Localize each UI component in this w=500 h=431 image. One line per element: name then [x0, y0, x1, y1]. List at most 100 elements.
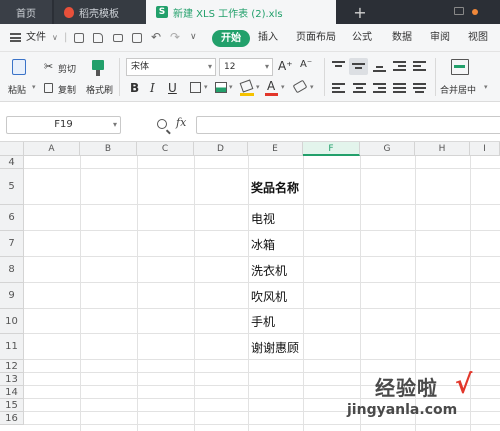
name-box[interactable]: F19 ▾: [6, 116, 121, 134]
redo-icon[interactable]: ↷: [170, 30, 180, 44]
menu-bar: 文件 ∨ | ↶ ↷ ∨ 开始 插入 页面布局 公式 数据 审阅 视图: [0, 24, 500, 52]
monitor-icon[interactable]: [454, 7, 464, 15]
save-icon[interactable]: [74, 33, 84, 43]
print-preview-icon[interactable]: [132, 33, 142, 43]
row-header-14[interactable]: 14: [0, 386, 24, 399]
row-header-7[interactable]: 7: [0, 231, 24, 257]
menu-review[interactable]: 审阅: [430, 24, 450, 52]
bold-button[interactable]: B: [130, 81, 139, 95]
merge-center-icon[interactable]: [451, 59, 469, 75]
underline-button[interactable]: U: [168, 81, 177, 95]
copy-icon[interactable]: [44, 83, 53, 93]
align-top-icon[interactable]: [332, 61, 345, 72]
shrink-font-button[interactable]: A⁻: [300, 59, 312, 70]
cell-style-icon[interactable]: [215, 82, 227, 93]
hamburger-menu-icon[interactable]: [10, 33, 21, 42]
cell-e11[interactable]: 谢谢惠顾: [251, 334, 299, 360]
font-name-select[interactable]: 宋体 ▾: [126, 58, 216, 76]
column-header-a[interactable]: A: [24, 142, 80, 156]
cell-style-dropdown-icon[interactable]: ▾: [229, 83, 233, 91]
row-header-13[interactable]: 13: [0, 373, 24, 386]
row-header-11[interactable]: 11: [0, 334, 24, 360]
cell-e9[interactable]: 吹风机: [251, 283, 287, 309]
grid-column-line: [194, 156, 195, 431]
indent-decrease-icon[interactable]: [393, 61, 406, 72]
align-center-icon[interactable]: [353, 83, 366, 94]
column-header-h[interactable]: H: [415, 142, 470, 156]
fill-color-dropdown-icon[interactable]: ▾: [256, 83, 260, 91]
column-header-e[interactable]: E: [248, 142, 303, 156]
borders-icon[interactable]: [190, 82, 201, 93]
cut-button[interactable]: 剪切: [58, 62, 76, 75]
font-color-dropdown-icon[interactable]: ▾: [281, 83, 285, 91]
fill-color-icon[interactable]: [239, 79, 254, 93]
paste-dropdown-icon[interactable]: ▾: [32, 83, 36, 91]
justify-icon[interactable]: [393, 83, 406, 94]
tab-docer-templates[interactable]: 稻壳模板: [54, 0, 146, 24]
column-header-c[interactable]: C: [137, 142, 194, 156]
row-header-9[interactable]: 9: [0, 283, 24, 309]
merge-center-button[interactable]: 合并居中: [440, 83, 476, 96]
row-header-15[interactable]: 15: [0, 399, 24, 412]
column-header-d[interactable]: D: [194, 142, 248, 156]
export-pdf-icon[interactable]: [93, 33, 103, 43]
cell-e-header[interactable]: 奖品名称: [251, 169, 299, 205]
menu-insert[interactable]: 插入: [258, 24, 278, 52]
paste-icon[interactable]: [12, 59, 26, 75]
menu-file[interactable]: 文件: [26, 24, 46, 52]
font-size-select[interactable]: 12 ▾: [219, 58, 273, 76]
row-header-6[interactable]: 6: [0, 205, 24, 231]
tab-home[interactable]: 首页: [0, 0, 52, 24]
paste-button[interactable]: 粘贴: [8, 83, 26, 96]
italic-button[interactable]: I: [150, 81, 155, 95]
print-icon[interactable]: [113, 34, 123, 42]
chevron-down-icon[interactable]: ∨: [52, 24, 58, 52]
chevron-down-icon: ▾: [207, 62, 212, 71]
scissors-icon[interactable]: ✂: [44, 60, 53, 73]
insert-function-icon[interactable]: fx: [176, 116, 186, 129]
copy-button[interactable]: 复制: [58, 83, 76, 96]
cell-e8[interactable]: 洗衣机: [251, 257, 287, 283]
row-header-10[interactable]: 10: [0, 309, 24, 334]
menu-data[interactable]: 数据: [392, 24, 412, 52]
cell-e7[interactable]: 冰箱: [251, 231, 275, 257]
align-left-icon[interactable]: [332, 83, 345, 94]
quick-access-dropdown-icon[interactable]: ∨: [190, 32, 197, 42]
zoom-icon[interactable]: [157, 119, 167, 129]
menu-page-layout[interactable]: 页面布局: [296, 24, 336, 52]
column-header-i[interactable]: I: [470, 142, 500, 156]
align-bottom-icon[interactable]: [373, 61, 386, 72]
undo-icon[interactable]: ↶: [151, 30, 161, 44]
merge-center-dropdown-icon[interactable]: ▾: [484, 83, 488, 91]
align-middle-icon[interactable]: [349, 58, 368, 75]
eraser-dropdown-icon[interactable]: ▾: [310, 83, 314, 91]
tab-active-workbook[interactable]: S 新建 XLS 工作表 (2).xls: [146, 0, 478, 24]
column-header-g[interactable]: G: [360, 142, 415, 156]
select-all-corner[interactable]: [0, 142, 24, 156]
font-color-button[interactable]: A: [267, 79, 275, 93]
borders-dropdown-icon[interactable]: ▾: [204, 83, 208, 91]
format-painter-icon[interactable]: [92, 60, 104, 70]
indent-increase-icon[interactable]: [413, 61, 426, 72]
formula-input[interactable]: [196, 116, 500, 134]
cell-e6[interactable]: 电视: [251, 205, 275, 231]
tab-file-name: 新建 XLS 工作表 (2).xls: [173, 8, 283, 20]
row-header-4[interactable]: 4: [0, 156, 24, 169]
column-header-f[interactable]: F: [303, 142, 360, 156]
row-header-12[interactable]: 12: [0, 360, 24, 373]
row-header-5[interactable]: 5: [0, 169, 24, 205]
menu-view[interactable]: 视图: [468, 24, 488, 52]
format-painter-button[interactable]: 格式刷: [86, 83, 113, 96]
row-header-8[interactable]: 8: [0, 257, 24, 283]
menu-formulas[interactable]: 公式: [352, 24, 372, 52]
menu-start[interactable]: 开始: [212, 30, 250, 47]
distributed-align-icon[interactable]: [413, 83, 426, 94]
column-header-b[interactable]: B: [80, 142, 137, 156]
row-header-16[interactable]: 16: [0, 412, 24, 425]
grow-font-button[interactable]: A⁺: [278, 59, 293, 73]
format-painter-handle: [96, 70, 100, 76]
cell-e10[interactable]: 手机: [251, 309, 275, 334]
new-tab-button[interactable]: +: [350, 0, 370, 24]
align-right-icon[interactable]: [373, 83, 386, 94]
eraser-icon[interactable]: [292, 79, 308, 94]
